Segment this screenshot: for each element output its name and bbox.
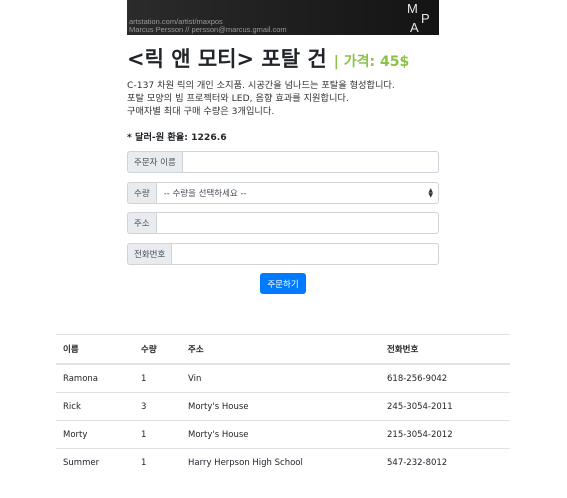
logo-letter-p: P	[421, 11, 430, 26]
cell-name: Ramona	[56, 364, 134, 393]
product-price: | 가격: 45$	[333, 54, 410, 70]
column-header-phone: 전화번호	[380, 334, 510, 365]
column-header-address: 주소	[181, 334, 380, 365]
artist-logo: M P A	[406, 1, 436, 34]
order-submit-button[interactable]: 주문하기	[260, 273, 306, 294]
exchange-rate-note: * 달러-원 환율: 1226.6	[127, 132, 227, 143]
column-header-quantity: 수량	[134, 334, 181, 365]
cell-quantity: 1	[141, 457, 147, 468]
cell-name: Morty	[56, 420, 134, 449]
description-line: 포탈 모양의 빔 프로젝터와 LED, 음향 효과를 지원합니다.	[127, 93, 349, 104]
cell-name: Summer	[63, 457, 100, 468]
column-header-name: 이름	[56, 334, 134, 365]
phone-input-group: 전화번호	[127, 242, 439, 265]
cell-address: Harry Herpson High School	[188, 457, 303, 468]
logo-letter-m: M	[407, 1, 418, 16]
description-line: 구매자별 최대 구매 수량은 3개입니다.	[127, 106, 275, 117]
artist-credit: artstation.com/artist/maxpos Marcus Pers…	[129, 18, 287, 34]
name-input-group: 주문자 이름	[127, 151, 439, 173]
cell-quantity: 1	[134, 364, 181, 393]
cell-phone: 245-3054-2011	[380, 392, 510, 421]
cell-phone: 618-256-9042	[380, 364, 510, 393]
select-caret-icon: ▲ ▼	[428, 186, 433, 199]
cell-address: Morty's House	[181, 420, 380, 449]
table-row: Summer 1 Harry Herpson High School 547-2…	[56, 449, 510, 477]
address-input-group: 주소	[127, 212, 439, 234]
quantity-select[interactable]: -- 수량을 선택하세요 -- ▲ ▼	[155, 181, 439, 204]
cell-quantity: 3	[134, 392, 181, 421]
phone-input[interactable]	[171, 242, 439, 265]
cell-address: Morty's House	[181, 392, 380, 421]
table-row: Morty 1 Morty's House 215-3054-2012	[56, 420, 510, 449]
table-header-row: 이름 수량 주소 전화번호	[56, 334, 510, 365]
name-input[interactable]	[181, 151, 439, 173]
cell-quantity: 1	[134, 420, 181, 449]
product-description: C-137 차원 릭의 개인 소지품. 시공간을 넘나드는 포탈을 형성합니다.…	[127, 79, 395, 118]
cell-phone: 215-3054-2012	[380, 420, 510, 449]
product-banner-image: artstation.com/artist/maxpos Marcus Pers…	[127, 0, 439, 35]
artist-credit-name: Marcus Persson // persson@marcus.gmail.c…	[129, 25, 287, 34]
product-title: <릭 앤 모티> 포탈 건	[127, 47, 327, 71]
product-header: <릭 앤 모티> 포탈 건 | 가격: 45$	[127, 43, 409, 73]
address-input[interactable]	[155, 212, 439, 234]
address-label: 주소	[127, 212, 156, 234]
quantity-input-group: 수량 -- 수량을 선택하세요 -- ▲ ▼	[127, 181, 439, 204]
cell-address: Vin	[181, 364, 380, 393]
logo-letter-a: A	[410, 20, 419, 35]
cell-phone: 547-232-8012	[387, 457, 448, 468]
cell-name: Rick	[56, 392, 134, 421]
name-label: 주문자 이름	[127, 151, 182, 173]
table-row: Ramona 1 Vin 618-256-9042	[56, 364, 510, 393]
orders-table: 이름 수량 주소 전화번호 Ramona 1 Vin 618-256-9042 …	[56, 334, 510, 476]
table-row: Rick 3 Morty's House 245-3054-2011	[56, 392, 510, 421]
description-line: C-137 차원 릭의 개인 소지품. 시공간을 넘나드는 포탈을 형성합니다.	[127, 80, 395, 91]
order-form: 주문자 이름 수량 -- 수량을 선택하세요 -- ▲ ▼ 주소 전화번호	[127, 151, 439, 273]
quantity-label: 수량	[127, 181, 156, 204]
quantity-selected-value: -- 수량을 선택하세요 --	[163, 188, 247, 199]
phone-label: 전화번호	[127, 242, 172, 265]
